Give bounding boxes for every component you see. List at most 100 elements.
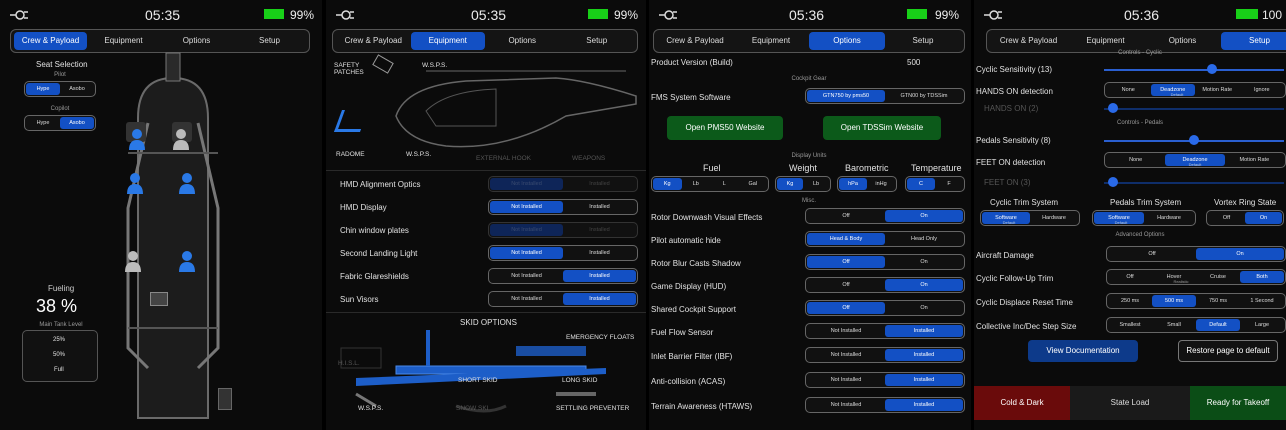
- option-motion-rate[interactable]: Motion Rate: [1225, 154, 1284, 166]
- option-on[interactable]: On: [1245, 212, 1282, 224]
- passenger-seat-icon[interactable]: [126, 172, 144, 194]
- long-skid-label[interactable]: LONG SKID: [562, 377, 597, 384]
- option-smallest[interactable]: Smallest: [1108, 319, 1152, 331]
- cyclic-sensitivity-slider[interactable]: [1104, 69, 1284, 71]
- option-default[interactable]: Default: [1196, 319, 1240, 331]
- option-not-installed[interactable]: Not Installed: [807, 349, 885, 361]
- option-head-only[interactable]: Head Only: [885, 233, 963, 245]
- ready-takeoff-button[interactable]: Ready for Takeoff: [1190, 386, 1286, 420]
- copilot-option-asobo[interactable]: Asobo: [60, 117, 94, 129]
- hands-on-slider[interactable]: [1104, 108, 1284, 110]
- option-l[interactable]: L: [710, 178, 739, 190]
- option-not-installed[interactable]: Not Installed: [807, 399, 885, 411]
- fuel-level-50[interactable]: 50%: [53, 352, 65, 358]
- passenger-seat-icon[interactable]: [178, 250, 196, 272]
- tab-equipment[interactable]: Equipment: [410, 32, 485, 50]
- option-hardware[interactable]: Hardware: [1030, 212, 1078, 224]
- option-motion-rate[interactable]: Motion Rate: [1195, 84, 1240, 96]
- option-not-installed[interactable]: Not Installed: [490, 247, 563, 259]
- option-kg[interactable]: Kg: [653, 178, 682, 190]
- radome-icon[interactable]: [333, 110, 369, 132]
- hands-on-knob[interactable]: [1108, 103, 1118, 113]
- copilot-option-hype[interactable]: Hype: [26, 117, 60, 129]
- option-gal[interactable]: Gal: [739, 178, 768, 190]
- view-documentation-button[interactable]: View Documentation: [1028, 340, 1138, 362]
- option-lb[interactable]: Lb: [682, 178, 711, 190]
- emergency-floats-label[interactable]: EMERGENCY FLOATS: [566, 334, 634, 341]
- option-off[interactable]: Off: [807, 210, 885, 222]
- settling-preventer-label[interactable]: SETTLING PREVENTER: [556, 405, 629, 412]
- option-250ms[interactable]: 250 ms: [1108, 295, 1152, 307]
- option-gtn750[interactable]: GTN750 by pms50: [807, 90, 885, 102]
- option-gtn-tds[interactable]: GTN00 by TDSSim: [885, 90, 963, 102]
- tab-crew-payload[interactable]: Crew & Payload: [14, 32, 87, 50]
- option-not-installed[interactable]: Not Installed: [490, 293, 563, 305]
- option-on[interactable]: On: [885, 210, 963, 222]
- option-installed[interactable]: Installed: [885, 349, 963, 361]
- snow-ski-label[interactable]: SNOW SKI: [456, 405, 489, 412]
- option-c[interactable]: C: [907, 178, 935, 190]
- pilot-seat-icon[interactable]: [128, 128, 146, 150]
- tab-options[interactable]: Options: [809, 32, 885, 50]
- option-hpa[interactable]: hPa: [839, 178, 867, 190]
- option-installed[interactable]: Installed: [563, 293, 636, 305]
- restore-default-button[interactable]: Restore page to default: [1178, 340, 1278, 362]
- state-load-button[interactable]: State Load: [1070, 386, 1190, 420]
- passenger-seat-icon[interactable]: [178, 172, 196, 194]
- cyclic-sensitivity-knob[interactable]: [1207, 64, 1217, 74]
- option-off[interactable]: Off: [807, 256, 885, 268]
- tab-setup[interactable]: Setup: [233, 32, 306, 50]
- pilot-option-hype[interactable]: Hype: [26, 83, 60, 95]
- option-both[interactable]: Both: [1240, 271, 1284, 283]
- option-installed[interactable]: Installed: [563, 270, 636, 282]
- option-inhg[interactable]: inHg: [867, 178, 895, 190]
- wsps-skid-label[interactable]: W.S.P.S.: [358, 405, 383, 412]
- passenger-seat-icon[interactable]: [124, 250, 142, 272]
- open-tdssim-button[interactable]: Open TDSSim Website: [823, 116, 941, 140]
- tab-setup[interactable]: Setup: [885, 32, 961, 50]
- tab-crew-payload[interactable]: Crew & Payload: [990, 32, 1067, 50]
- option-small[interactable]: Small: [1152, 319, 1196, 331]
- option-installed[interactable]: Installed: [563, 201, 636, 213]
- option-not-installed[interactable]: Not Installed: [490, 270, 563, 282]
- option-installed[interactable]: Installed: [885, 374, 963, 386]
- option-installed[interactable]: Installed: [563, 247, 636, 259]
- option-installed[interactable]: Installed: [885, 399, 963, 411]
- tab-options[interactable]: Options: [1144, 32, 1221, 50]
- short-skid-label[interactable]: SHORT SKID: [458, 377, 498, 384]
- cargo-bag-icon[interactable]: [150, 292, 168, 306]
- tab-setup[interactable]: Setup: [1221, 32, 1286, 50]
- feet-on-knob[interactable]: [1108, 177, 1118, 187]
- option-head-body[interactable]: Head & Body: [807, 233, 885, 245]
- tab-setup[interactable]: Setup: [560, 32, 635, 50]
- option-1-second[interactable]: 1 Second: [1240, 295, 1284, 307]
- option-not-installed[interactable]: Not Installed: [807, 325, 885, 337]
- weapons-label[interactable]: WEAPONS: [572, 155, 605, 162]
- tab-equipment[interactable]: Equipment: [733, 32, 809, 50]
- option-none[interactable]: None: [1106, 154, 1165, 166]
- tab-crew-payload[interactable]: Crew & Payload: [336, 32, 411, 50]
- option-hardware[interactable]: Hardware: [1144, 212, 1194, 224]
- option-lb[interactable]: Lb: [803, 178, 829, 190]
- option-off[interactable]: Off: [807, 302, 885, 314]
- pedals-sensitivity-knob[interactable]: [1189, 135, 1199, 145]
- option-not-installed[interactable]: Not Installed: [490, 201, 563, 213]
- option-kg[interactable]: Kg: [777, 178, 803, 190]
- option-off[interactable]: Off: [1208, 212, 1245, 224]
- cold-dark-button[interactable]: Cold & Dark: [974, 386, 1070, 420]
- option-none[interactable]: None: [1106, 84, 1151, 96]
- tab-equipment[interactable]: Equipment: [1067, 32, 1144, 50]
- pilot-option-asobo[interactable]: Asobo: [60, 83, 94, 95]
- option-off[interactable]: Off: [1108, 248, 1196, 260]
- option-500ms[interactable]: 500 ms: [1152, 295, 1196, 307]
- tab-crew-payload[interactable]: Crew & Payload: [657, 32, 733, 50]
- option-off[interactable]: Off: [1108, 271, 1152, 283]
- option-f[interactable]: F: [935, 178, 963, 190]
- option-750ms[interactable]: 750 ms: [1196, 295, 1240, 307]
- option-on[interactable]: On: [885, 279, 963, 291]
- external-hook-label[interactable]: EXTERNAL HOOK: [476, 155, 531, 162]
- tab-options[interactable]: Options: [485, 32, 560, 50]
- option-on[interactable]: On: [885, 256, 963, 268]
- option-on[interactable]: On: [885, 302, 963, 314]
- option-not-installed[interactable]: Not Installed: [807, 374, 885, 386]
